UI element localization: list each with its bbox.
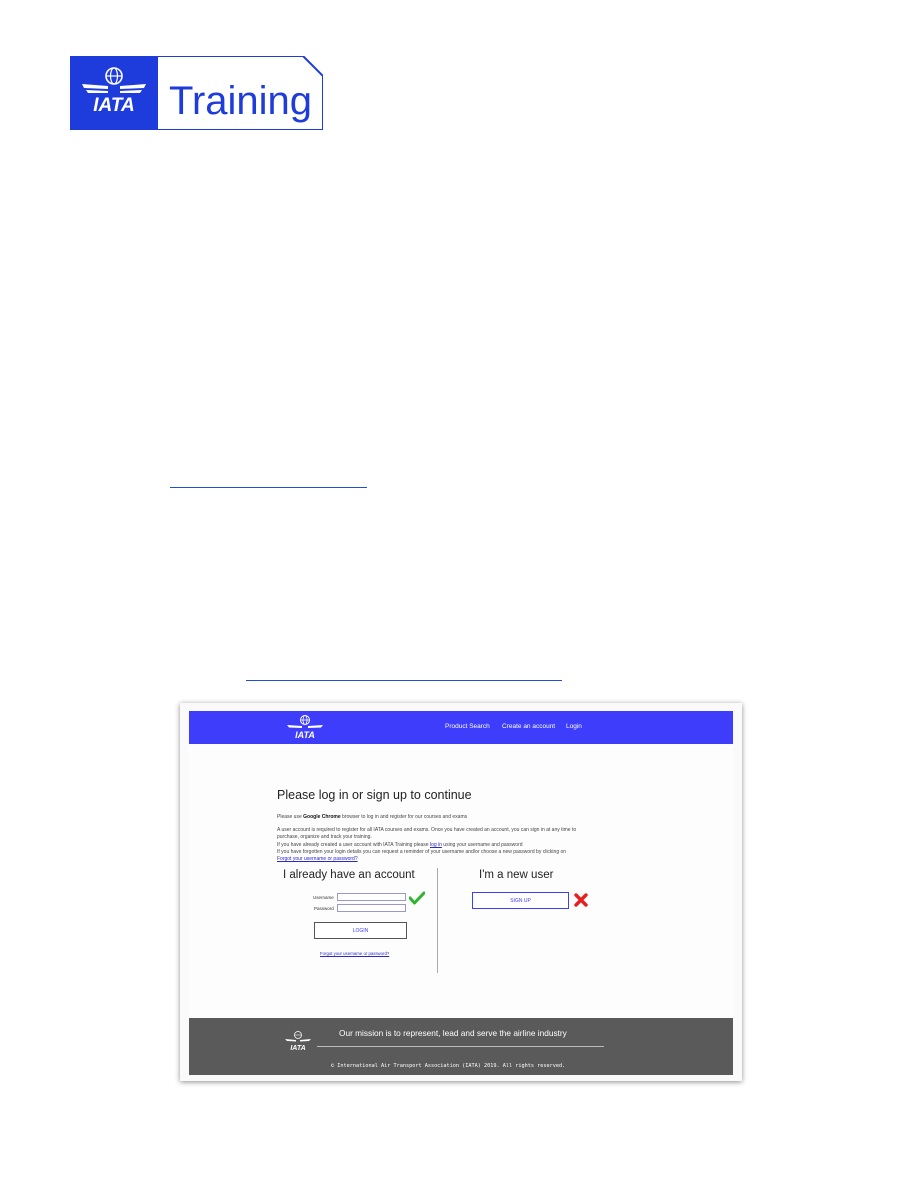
login-page-screenshot: IATA Product Search Create an account Lo… <box>180 703 742 1081</box>
iata-logo-icon: IATA Training <box>70 56 323 130</box>
new-user-heading: I'm a new user <box>479 869 554 881</box>
copyright-text: © International Air Transport Associatio… <box>331 1063 566 1069</box>
checkmark-icon <box>409 891 425 905</box>
login-button[interactable]: LOGIN <box>314 922 407 939</box>
page-title: Please log in or sign up to continue <box>277 788 472 802</box>
password-input[interactable] <box>337 904 406 912</box>
screenshot-content: IATA Product Search Create an account Lo… <box>189 711 733 1075</box>
site-footer: IATA Our mission is to represent, lead a… <box>189 1018 733 1075</box>
info-line-1: A user account is required to register f… <box>277 827 577 833</box>
chrome-note: Please use Google Chrome browser to log … <box>277 814 468 820</box>
footer-divider <box>317 1046 604 1047</box>
mission-statement: Our mission is to represent, lead and se… <box>339 1028 567 1038</box>
forgot-credentials-link-2[interactable]: Forgot your username or password? <box>320 951 389 956</box>
forgot-credentials-link[interactable]: Forgot your username or password? <box>277 856 358 862</box>
password-label: Password <box>314 906 334 911</box>
username-input[interactable] <box>337 893 406 901</box>
nav-product-search[interactable]: Product Search <box>445 723 490 730</box>
document-link-underline-2[interactable] <box>246 680 562 681</box>
svg-text:IATA: IATA <box>93 95 135 116</box>
svg-text:IATA: IATA <box>295 730 315 740</box>
cross-icon <box>574 893 588 907</box>
existing-account-heading: I already have an account <box>283 869 415 881</box>
document-link-underline-1[interactable] <box>170 487 367 488</box>
nav-create-account[interactable]: Create an account <box>502 723 555 730</box>
site-header: IATA Product Search Create an account Lo… <box>189 711 733 744</box>
nav-login[interactable]: Login <box>566 723 582 730</box>
svg-text:IATA: IATA <box>290 1045 305 1052</box>
forgot-link-container: Forgot your username or password? <box>277 856 358 862</box>
forgot-instruction: If you have forgotten your login details… <box>277 849 567 855</box>
iata-header-logo-icon: IATA <box>287 715 323 740</box>
column-divider <box>437 868 438 973</box>
inline-login-link[interactable]: log in <box>430 842 442 848</box>
iata-footer-logo-icon: IATA <box>285 1031 311 1052</box>
svg-text:Training: Training <box>169 79 312 123</box>
info-line-2: purchase, organize and track your traini… <box>277 834 372 840</box>
signup-button[interactable]: SIGN UP <box>472 892 569 909</box>
iata-training-logo: IATA Training <box>70 56 323 130</box>
username-label: Username <box>313 895 334 900</box>
login-instruction: If you have already created a user accou… <box>277 842 523 848</box>
